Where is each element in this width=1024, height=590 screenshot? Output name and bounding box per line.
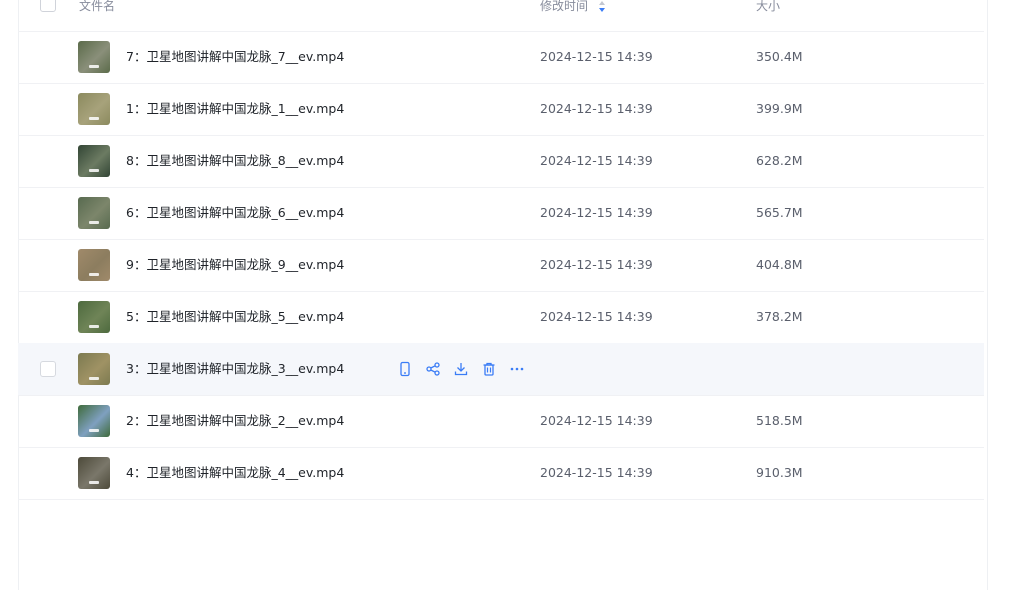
file-name[interactable]: 5：卫星地图讲解中国龙脉_5__ev.mp4	[126, 310, 344, 324]
video-indicator-icon	[89, 117, 99, 120]
video-indicator-icon	[89, 325, 99, 328]
share-icon[interactable]	[424, 360, 442, 378]
file-row[interactable]: 4：卫星地图讲解中国龙脉_4__ev.mp4 2024-12-15 14:39 91…	[18, 447, 984, 500]
video-thumbnail[interactable]	[78, 249, 110, 281]
file-row[interactable]: 7：卫星地图讲解中国龙脉_7__ev.mp4 2024-12-15 14:39 35…	[18, 31, 984, 83]
file-row[interactable]: 6：卫星地图讲解中国龙脉_6__ev.mp4 2024-12-15 14:39 56…	[18, 187, 984, 239]
file-list-header: 文件名 修改时间 大小	[18, 0, 984, 14]
file-name[interactable]: 8：卫星地图讲解中国龙脉_8__ev.mp4	[126, 154, 344, 168]
modified-time: 2024-12-15 14:39	[540, 205, 653, 220]
file-size: 628.2M	[756, 153, 803, 168]
file-name[interactable]: 7：卫星地图讲解中国龙脉_7__ev.mp4	[126, 50, 344, 64]
video-thumbnail[interactable]	[78, 405, 110, 437]
column-header-size[interactable]: 大小	[756, 0, 780, 12]
file-size: 910.3M	[756, 465, 803, 480]
video-indicator-icon	[89, 429, 99, 432]
file-row[interactable]: 8：卫星地图讲解中国龙脉_8__ev.mp4 2024-12-15 14:39 62…	[18, 135, 984, 187]
select-all-checkbox[interactable]	[40, 0, 56, 12]
modified-time: 2024-12-15 14:39	[540, 101, 653, 116]
file-row[interactable]: 2：卫星地图讲解中国龙脉_2__ev.mp4 2024-12-15 14:39 51…	[18, 395, 984, 447]
video-thumbnail[interactable]	[78, 41, 110, 73]
download-icon[interactable]	[452, 360, 470, 378]
video-indicator-icon	[89, 169, 99, 172]
video-indicator-icon	[89, 65, 99, 68]
video-thumbnail[interactable]	[78, 301, 110, 333]
column-header-name[interactable]: 文件名	[79, 0, 115, 12]
file-size: 399.9M	[756, 101, 803, 116]
sort-icon[interactable]	[598, 0, 606, 13]
file-name[interactable]: 1：卫星地图讲解中国龙脉_1__ev.mp4	[126, 102, 344, 116]
video-indicator-icon	[89, 481, 99, 484]
file-name[interactable]: 9：卫星地图讲解中国龙脉_9__ev.mp4	[126, 258, 344, 272]
modified-time: 2024-12-15 14:39	[540, 49, 653, 64]
column-header-modified-time[interactable]: 修改时间	[540, 0, 588, 12]
video-indicator-icon	[89, 273, 99, 276]
file-name[interactable]: 4：卫星地图讲解中国龙脉_4__ev.mp4	[126, 466, 344, 480]
file-size: 518.5M	[756, 413, 803, 428]
file-row[interactable]: 1：卫星地图讲解中国龙脉_1__ev.mp4 2024-12-15 14:39 39…	[18, 83, 984, 135]
delete-icon[interactable]	[480, 360, 498, 378]
video-thumbnail[interactable]	[78, 353, 110, 385]
file-size: 404.8M	[756, 257, 803, 272]
row-checkbox[interactable]	[40, 361, 56, 377]
more-icon[interactable]	[508, 360, 526, 378]
video-thumbnail[interactable]	[78, 457, 110, 489]
file-row[interactable]: 5：卫星地图讲解中国龙脉_5__ev.mp4 2024-12-15 14:39 37…	[18, 291, 984, 343]
file-name[interactable]: 2：卫星地图讲解中国龙脉_2__ev.mp4	[126, 414, 344, 428]
modified-time: 2024-12-15 14:39	[540, 309, 653, 324]
file-list: 7：卫星地图讲解中国龙脉_7__ev.mp4 2024-12-15 14:39 35…	[18, 31, 984, 500]
phone-icon[interactable]	[396, 360, 414, 378]
file-name[interactable]: 3：卫星地图讲解中国龙脉_3__ev.mp4	[126, 362, 344, 376]
file-size: 350.4M	[756, 49, 803, 64]
video-indicator-icon	[89, 221, 99, 224]
video-thumbnail[interactable]	[78, 145, 110, 177]
video-thumbnail[interactable]	[78, 93, 110, 125]
modified-time: 2024-12-15 14:39	[540, 465, 653, 480]
file-name[interactable]: 6：卫星地图讲解中国龙脉_6__ev.mp4	[126, 206, 344, 220]
modified-time: 2024-12-15 14:39	[540, 413, 653, 428]
video-thumbnail[interactable]	[78, 197, 110, 229]
modified-time: 2024-12-15 14:39	[540, 257, 653, 272]
file-size: 565.7M	[756, 205, 803, 220]
modified-time: 2024-12-15 14:39	[540, 153, 653, 168]
file-row[interactable]: 9：卫星地图讲解中国龙脉_9__ev.mp4 2024-12-15 14:39 40…	[18, 239, 984, 291]
file-size: 378.2M	[756, 309, 803, 324]
file-row[interactable]: 3：卫星地图讲解中国龙脉_3__ev.mp4	[18, 343, 984, 395]
video-indicator-icon	[89, 377, 99, 380]
